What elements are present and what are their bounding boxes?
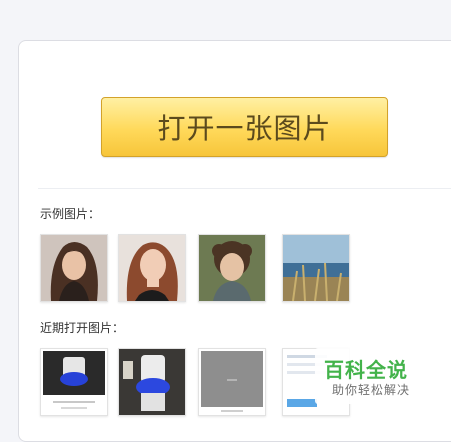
portrait-woman-dark-hair-icon (41, 235, 107, 301)
portrait-child-curly-hair-icon (199, 235, 265, 301)
recent-images-label: 近期打开图片： (40, 321, 125, 335)
photo-blue-lamp-icon (119, 349, 185, 415)
recent-image-2[interactable] (118, 348, 186, 416)
sample-image-3[interactable] (198, 234, 266, 302)
section-divider (38, 188, 451, 189)
watermark-subtitle: 助你轻松解决 (332, 383, 411, 397)
recent-image-3[interactable] (198, 348, 266, 416)
watermark-title: 百科全说 (324, 360, 408, 382)
screenshot-blue-lamp-icon (41, 349, 107, 415)
gray-screenshot-icon (199, 349, 265, 415)
recent-image-1[interactable] (40, 348, 108, 416)
landscape-sea-grass-icon (283, 235, 349, 301)
watermark-logo: 百科全说 助你轻松解决 (315, 348, 413, 404)
open-image-button[interactable]: 打开一张图片 (101, 97, 388, 157)
sample-image-1[interactable] (40, 234, 108, 302)
sample-image-2[interactable] (118, 234, 186, 302)
sample-images-label: 示例图片： (40, 207, 101, 221)
sample-image-4[interactable] (282, 234, 350, 302)
portrait-woman-red-hair-icon (119, 235, 185, 301)
